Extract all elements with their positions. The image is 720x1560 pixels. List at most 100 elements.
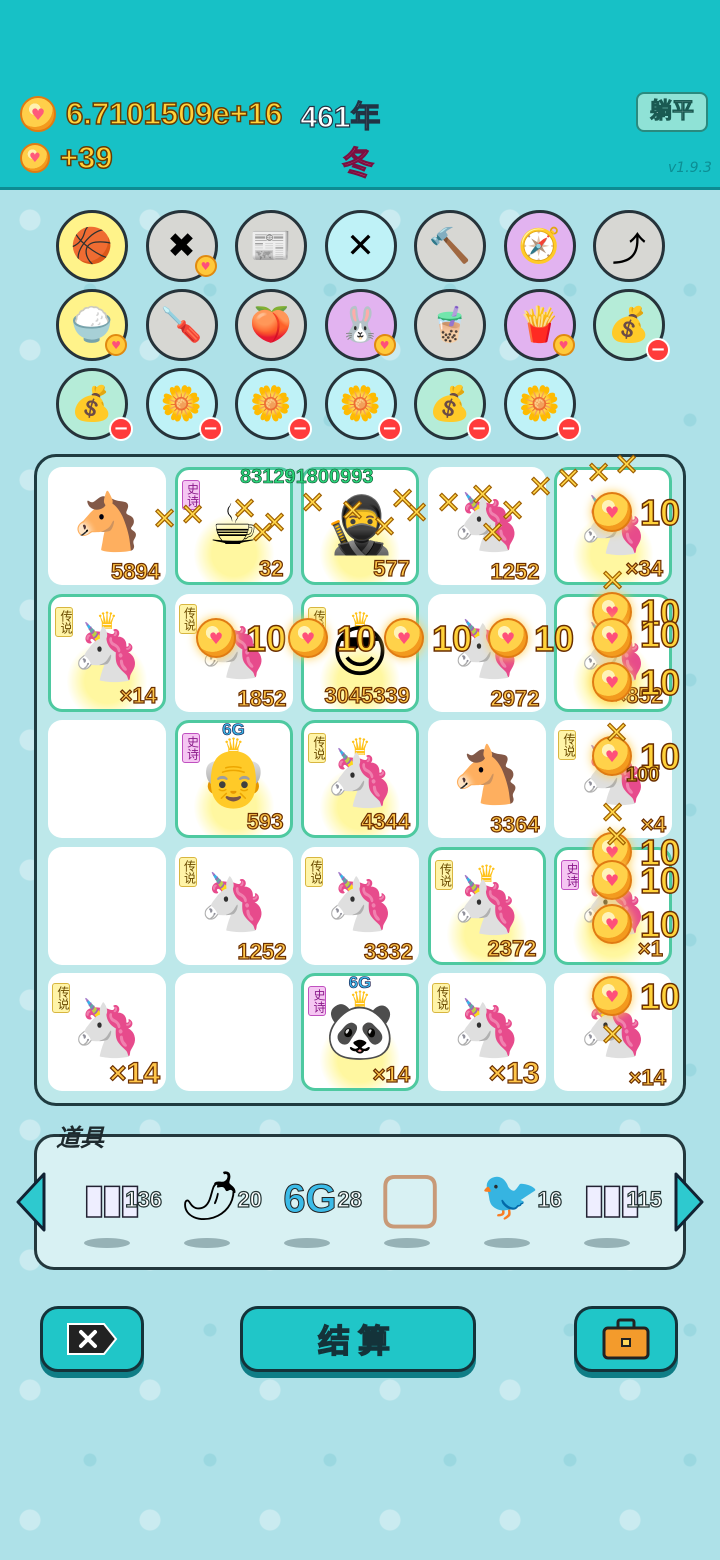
item-rabbit[interactable]: 🐰 ♥ — [324, 289, 397, 361]
prop-count: 115 — [626, 1186, 663, 1212]
item-eyepatch-peach[interactable]: 🍑 — [235, 289, 307, 361]
board-cell[interactable]: 传说 ♛ 🦄 4344 — [301, 720, 419, 838]
sparkle-x-icon: ✕ — [249, 515, 276, 551]
board-cell[interactable]: 🐴 5894 — [48, 467, 166, 585]
item-crossed-sticks[interactable]: ✕ — [324, 210, 397, 282]
lie-flat-button[interactable]: 躺平 — [636, 92, 708, 132]
board-cell[interactable]: 传说 🦄 1252 — [174, 846, 293, 965]
cell-count: 32 — [258, 555, 284, 581]
sparkle-x-icon: ✕ — [603, 715, 630, 751]
board-cell[interactable] — [48, 720, 166, 838]
item-flower-pot[interactable]: 🌼 − — [235, 368, 312, 441]
item-screwdriver[interactable]: 🪛 — [145, 289, 218, 361]
board-cell[interactable]: 传说 ♛ 🦄 2372 — [427, 846, 546, 965]
discard-button[interactable] — [40, 1306, 144, 1372]
remove-badge-icon: − — [198, 417, 223, 441]
sparkle-x-icon: ✕ — [585, 455, 612, 491]
coin-gain-label: 10 — [245, 617, 287, 660]
eyepatch-peach-icon: 🍑 — [249, 305, 293, 345]
prop-bird[interactable]: 🐦 16 — [470, 1160, 563, 1248]
heart-coin-icon: ♥ — [592, 860, 632, 900]
board-cell[interactable]: 传说 ♛ 🦄 ×14 — [48, 593, 166, 712]
coin-gain-label: 10 — [431, 617, 473, 660]
item-compass[interactable]: 🧭 — [503, 210, 576, 282]
prop-shadow — [384, 1238, 430, 1248]
sparkle-x-icon: ✕ — [179, 497, 206, 533]
board-cell[interactable]: 史诗 6G ♛ 🐼 ×14 — [301, 973, 419, 1091]
heart-coin-icon: ♥ — [20, 143, 50, 173]
item-arrow-card[interactable]: ⤴ — [593, 210, 665, 282]
heart-coin-icon: ♥ — [592, 976, 632, 1016]
time-magazine-icon: 📰 — [249, 226, 293, 266]
cell-count: 3045339 — [324, 682, 411, 708]
chevron-right-icon — [674, 1172, 704, 1232]
cell-count: 1852 — [237, 685, 287, 711]
settle-button[interactable]: 结算 — [240, 1306, 476, 1372]
coins-row: ♥ 6.7101509e+16 461年 — [20, 92, 381, 136]
item-time-magazine[interactable]: 📰 — [235, 210, 307, 282]
year-counter: 461年 — [300, 100, 381, 134]
sparkle-x-icon: ✕ — [613, 447, 640, 483]
prop-6g[interactable]: 6G 28 — [270, 1160, 363, 1248]
sparkle-x-icon: ✕ — [599, 1017, 626, 1053]
item-sack[interactable]: 💰 − — [593, 289, 670, 362]
prop-shadow — [184, 1238, 230, 1248]
sparkle-x-icon: ✕ — [389, 481, 416, 517]
chevron-left-icon — [16, 1172, 46, 1232]
item-fries[interactable]: 🍟 ♥ — [503, 289, 576, 361]
briefcase-button[interactable] — [574, 1306, 678, 1372]
item-flower-pot[interactable]: 🌼 − — [324, 368, 402, 441]
chili-icon: 🌶 — [179, 1168, 241, 1224]
frame-icon: ▢ — [376, 1155, 444, 1237]
item-hammer[interactable]: 🔨 — [414, 210, 486, 282]
heart-coin-icon: ♥ — [592, 492, 632, 532]
character-icon: 🐼 — [325, 999, 395, 1064]
board-cell[interactable]: 传说 🦄 ×14 — [48, 973, 166, 1091]
prop-battery[interactable]: ▮▮▮ 136 — [70, 1160, 163, 1248]
board-cell[interactable] — [174, 973, 293, 1091]
character-icon: 🐴 — [451, 743, 522, 808]
briefcase-icon — [602, 1318, 650, 1360]
props-next-button[interactable] — [670, 1168, 708, 1236]
character-icon: 🦄 — [451, 872, 522, 938]
coin-gain-label: 10 — [639, 859, 681, 902]
remove-badge-icon: − — [556, 417, 581, 441]
character-icon: 🦄 — [325, 746, 395, 811]
item-flower-pot[interactable]: 🌼 − — [145, 368, 223, 441]
prop-shadow — [84, 1238, 130, 1248]
sparkle-x-icon: ✕ — [339, 493, 366, 529]
prop-battery-upgrade[interactable]: ▮▮▮ 115 — [570, 1160, 663, 1248]
cell-count: 1252 — [237, 938, 287, 964]
board-cell[interactable]: 传说 🦄 3332 — [301, 846, 419, 965]
flower-pot-icon: 🌼 — [518, 384, 561, 424]
flower-pot-icon: 🌼 — [160, 384, 203, 424]
prop-count: 20 — [237, 1186, 263, 1212]
item-rice-bowl[interactable]: 🍚 ♥ — [56, 289, 128, 361]
remove-badge-icon: − — [646, 338, 670, 362]
character-icon: 🦄 — [325, 869, 395, 935]
item-flower-pot[interactable]: 🌼 − — [503, 368, 581, 441]
6g-icon: 6G — [283, 1177, 337, 1222]
board-cell[interactable]: 传说 🦄 ×13 — [427, 973, 546, 1091]
props-prev-button[interactable] — [12, 1168, 50, 1236]
sparkle-x-icon: ✕ — [527, 469, 554, 505]
coin-gain-label: 10 — [639, 491, 681, 534]
item-sack[interactable]: 💰 − — [56, 368, 133, 441]
prop-count: 136 — [125, 1186, 163, 1212]
item-basketballs[interactable]: 🏀 — [56, 210, 128, 282]
item-milk-tea[interactable]: 🧋 — [414, 289, 486, 361]
item-delete-tag[interactable]: ✖ ♥ — [145, 210, 218, 282]
board-cell[interactable]: 🐴 3364 — [427, 720, 546, 838]
character-icon: 🦄 — [451, 996, 522, 1061]
board-cell[interactable]: 史诗 6G ♛ 👴 593 — [174, 720, 293, 838]
top-bar: ♥ 6.7101509e+16 461年 ♥ +39 冬 躺平 v1.9.3 — [0, 0, 720, 190]
prop-chili[interactable]: 🌶 20 — [170, 1160, 263, 1248]
sack-icon: 💰 — [428, 384, 472, 424]
board-cell[interactable] — [48, 846, 166, 965]
heart-coin-icon: ♥ — [488, 618, 528, 658]
heart-coin-icon: ♥ — [384, 618, 424, 658]
prop-frame[interactable]: ▢ — [370, 1160, 450, 1248]
remove-badge-icon: − — [288, 417, 312, 441]
item-sack[interactable]: 💰 − — [414, 368, 491, 441]
cell-count: 5894 — [110, 558, 160, 584]
